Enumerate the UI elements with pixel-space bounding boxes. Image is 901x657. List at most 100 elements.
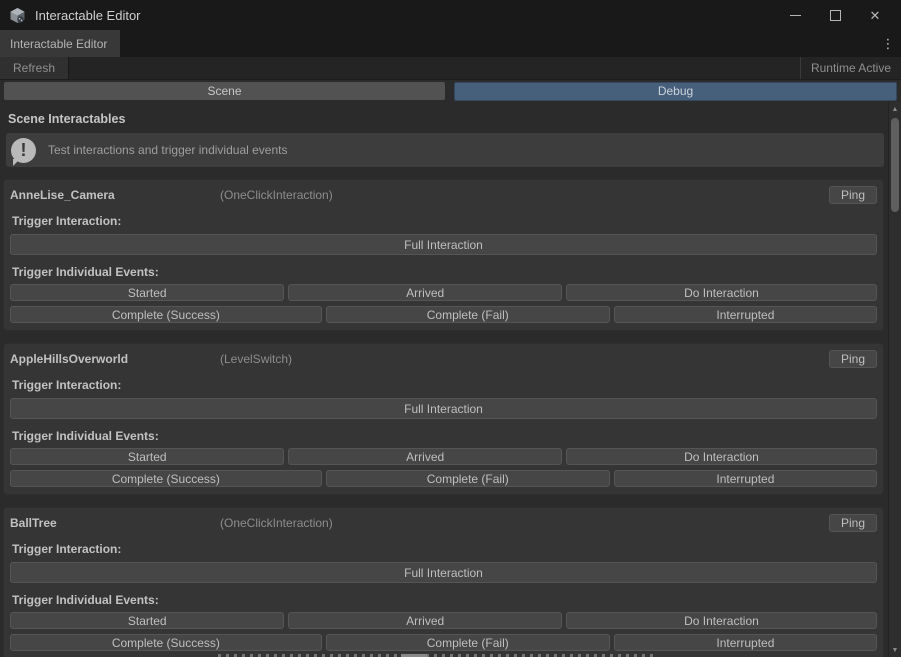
started-button[interactable]: Started bbox=[10, 284, 284, 301]
event-button-row: Complete (Success) Complete (Fail) Inter… bbox=[10, 470, 877, 487]
ping-label: Ping bbox=[841, 516, 865, 530]
do-interaction-label: Do Interaction bbox=[684, 614, 759, 628]
scene-tab-label: Scene bbox=[207, 84, 241, 98]
interactable-name: AppleHillsOverworld bbox=[10, 352, 220, 366]
event-button-row: Complete (Success) Complete (Fail) Inter… bbox=[10, 306, 877, 323]
scroll-down-button[interactable]: ▼ bbox=[889, 643, 901, 657]
full-interaction-button[interactable]: Full Interaction bbox=[10, 234, 877, 255]
info-icon: ! bbox=[11, 138, 36, 163]
minimize-icon bbox=[790, 15, 801, 16]
arrived-button[interactable]: Arrived bbox=[288, 448, 561, 465]
ping-label: Ping bbox=[841, 352, 865, 366]
vertical-scrollbar[interactable]: ▲ ▼ bbox=[888, 102, 901, 657]
interrupted-button[interactable]: Interrupted bbox=[614, 306, 877, 323]
complete-fail-label: Complete (Fail) bbox=[427, 636, 509, 650]
scene-tab-button[interactable]: Scene bbox=[4, 82, 445, 100]
toolbar: Refresh Runtime Active bbox=[0, 57, 901, 80]
do-interaction-button[interactable]: Do Interaction bbox=[566, 448, 877, 465]
complete-success-label: Complete (Success) bbox=[112, 472, 220, 486]
arrived-button[interactable]: Arrived bbox=[288, 612, 561, 629]
do-interaction-button[interactable]: Do Interaction bbox=[566, 284, 877, 301]
interactable-name: BallTree bbox=[10, 516, 220, 530]
full-interaction-label: Full Interaction bbox=[404, 238, 483, 252]
help-text: Test interactions and trigger individual… bbox=[48, 143, 287, 157]
panel-heading: Scene Interactables bbox=[8, 112, 888, 126]
section-header: BallTree (OneClickInteraction) Ping bbox=[10, 514, 877, 532]
scroll-up-button[interactable]: ▲ bbox=[889, 102, 901, 116]
close-icon: ✕ bbox=[870, 9, 881, 22]
ping-button[interactable]: Ping bbox=[829, 186, 877, 204]
scene-interactables-panel: Scene Interactables ! Test interactions … bbox=[0, 102, 901, 657]
interactable-section-balltree: BallTree (OneClickInteraction) Ping Trig… bbox=[3, 507, 884, 657]
scroll-down-icon: ▼ bbox=[892, 647, 899, 654]
window-menu-button[interactable]: ⋮ bbox=[875, 30, 901, 57]
event-button-row: Complete (Success) Complete (Fail) Inter… bbox=[10, 634, 877, 651]
clipped-next-row bbox=[218, 653, 868, 657]
full-interaction-label: Full Interaction bbox=[404, 566, 483, 580]
interactable-type: (LevelSwitch) bbox=[220, 352, 292, 366]
tab-bar: Interactable Editor ⋮ bbox=[0, 30, 901, 57]
interactable-editor-window: Interactable Editor ✕ Interactable Edito… bbox=[0, 0, 901, 657]
tab-label: Interactable Editor bbox=[10, 37, 107, 51]
started-label: Started bbox=[128, 614, 167, 628]
interrupted-button[interactable]: Interrupted bbox=[614, 634, 877, 651]
complete-fail-button[interactable]: Complete (Fail) bbox=[326, 634, 610, 651]
runtime-active-toggle[interactable]: Runtime Active bbox=[800, 57, 901, 79]
unity-cube-icon bbox=[9, 7, 26, 24]
arrived-button[interactable]: Arrived bbox=[288, 284, 561, 301]
title-bar: Interactable Editor ✕ bbox=[0, 0, 901, 30]
maximize-icon bbox=[830, 10, 841, 21]
started-label: Started bbox=[128, 286, 167, 300]
scroll-up-icon: ▲ bbox=[892, 106, 899, 113]
runtime-active-label: Runtime Active bbox=[811, 61, 891, 75]
tabbar-spacer bbox=[120, 30, 875, 57]
kebab-icon: ⋮ bbox=[882, 36, 895, 52]
interrupted-label: Interrupted bbox=[716, 472, 774, 486]
ping-button[interactable]: Ping bbox=[829, 514, 877, 532]
toolbar-spacer bbox=[69, 57, 800, 79]
refresh-label: Refresh bbox=[13, 61, 55, 75]
complete-fail-button[interactable]: Complete (Fail) bbox=[326, 306, 610, 323]
full-interaction-button[interactable]: Full Interaction bbox=[10, 398, 877, 419]
do-interaction-label: Do Interaction bbox=[684, 450, 759, 464]
ping-label: Ping bbox=[841, 188, 865, 202]
interrupted-label: Interrupted bbox=[716, 308, 774, 322]
arrived-label: Arrived bbox=[406, 614, 444, 628]
do-interaction-button[interactable]: Do Interaction bbox=[566, 612, 877, 629]
complete-success-label: Complete (Success) bbox=[112, 636, 220, 650]
trigger-interaction-label: Trigger Interaction: bbox=[12, 378, 877, 392]
full-interaction-label: Full Interaction bbox=[404, 402, 483, 416]
started-button[interactable]: Started bbox=[10, 448, 284, 465]
event-button-row: Started Arrived Do Interaction bbox=[10, 448, 877, 465]
full-interaction-button[interactable]: Full Interaction bbox=[10, 562, 877, 583]
started-button[interactable]: Started bbox=[10, 612, 284, 629]
interactable-name: AnneLise_Camera bbox=[10, 188, 220, 202]
complete-fail-button[interactable]: Complete (Fail) bbox=[326, 470, 610, 487]
arrived-label: Arrived bbox=[406, 450, 444, 464]
ping-button[interactable]: Ping bbox=[829, 350, 877, 368]
view-mode-toggle: Scene Debug bbox=[0, 80, 901, 102]
arrived-label: Arrived bbox=[406, 286, 444, 300]
interrupted-button[interactable]: Interrupted bbox=[614, 470, 877, 487]
trigger-events-label: Trigger Individual Events: bbox=[12, 593, 877, 607]
event-button-row: Started Arrived Do Interaction bbox=[10, 612, 877, 629]
complete-fail-label: Complete (Fail) bbox=[427, 308, 509, 322]
event-button-row: Started Arrived Do Interaction bbox=[10, 284, 877, 301]
trigger-interaction-label: Trigger Interaction: bbox=[12, 214, 877, 228]
interactable-section-applehills-overworld: AppleHillsOverworld (LevelSwitch) Ping T… bbox=[3, 343, 884, 495]
trigger-events-label: Trigger Individual Events: bbox=[12, 429, 877, 443]
debug-tab-button[interactable]: Debug bbox=[454, 82, 897, 101]
close-button[interactable]: ✕ bbox=[855, 0, 895, 30]
complete-fail-label: Complete (Fail) bbox=[427, 472, 509, 486]
complete-success-button[interactable]: Complete (Success) bbox=[10, 306, 322, 323]
complete-success-button[interactable]: Complete (Success) bbox=[10, 470, 322, 487]
minimize-button[interactable] bbox=[775, 0, 815, 30]
tab-interactable-editor[interactable]: Interactable Editor bbox=[0, 30, 120, 57]
maximize-button[interactable] bbox=[815, 0, 855, 30]
refresh-button[interactable]: Refresh bbox=[0, 57, 69, 79]
complete-success-label: Complete (Success) bbox=[112, 308, 220, 322]
complete-success-button[interactable]: Complete (Success) bbox=[10, 634, 322, 651]
interactable-section-annelise-camera: AnneLise_Camera (OneClickInteraction) Pi… bbox=[3, 179, 884, 331]
interactable-type: (OneClickInteraction) bbox=[220, 516, 333, 530]
scrollbar-thumb[interactable] bbox=[891, 118, 899, 212]
